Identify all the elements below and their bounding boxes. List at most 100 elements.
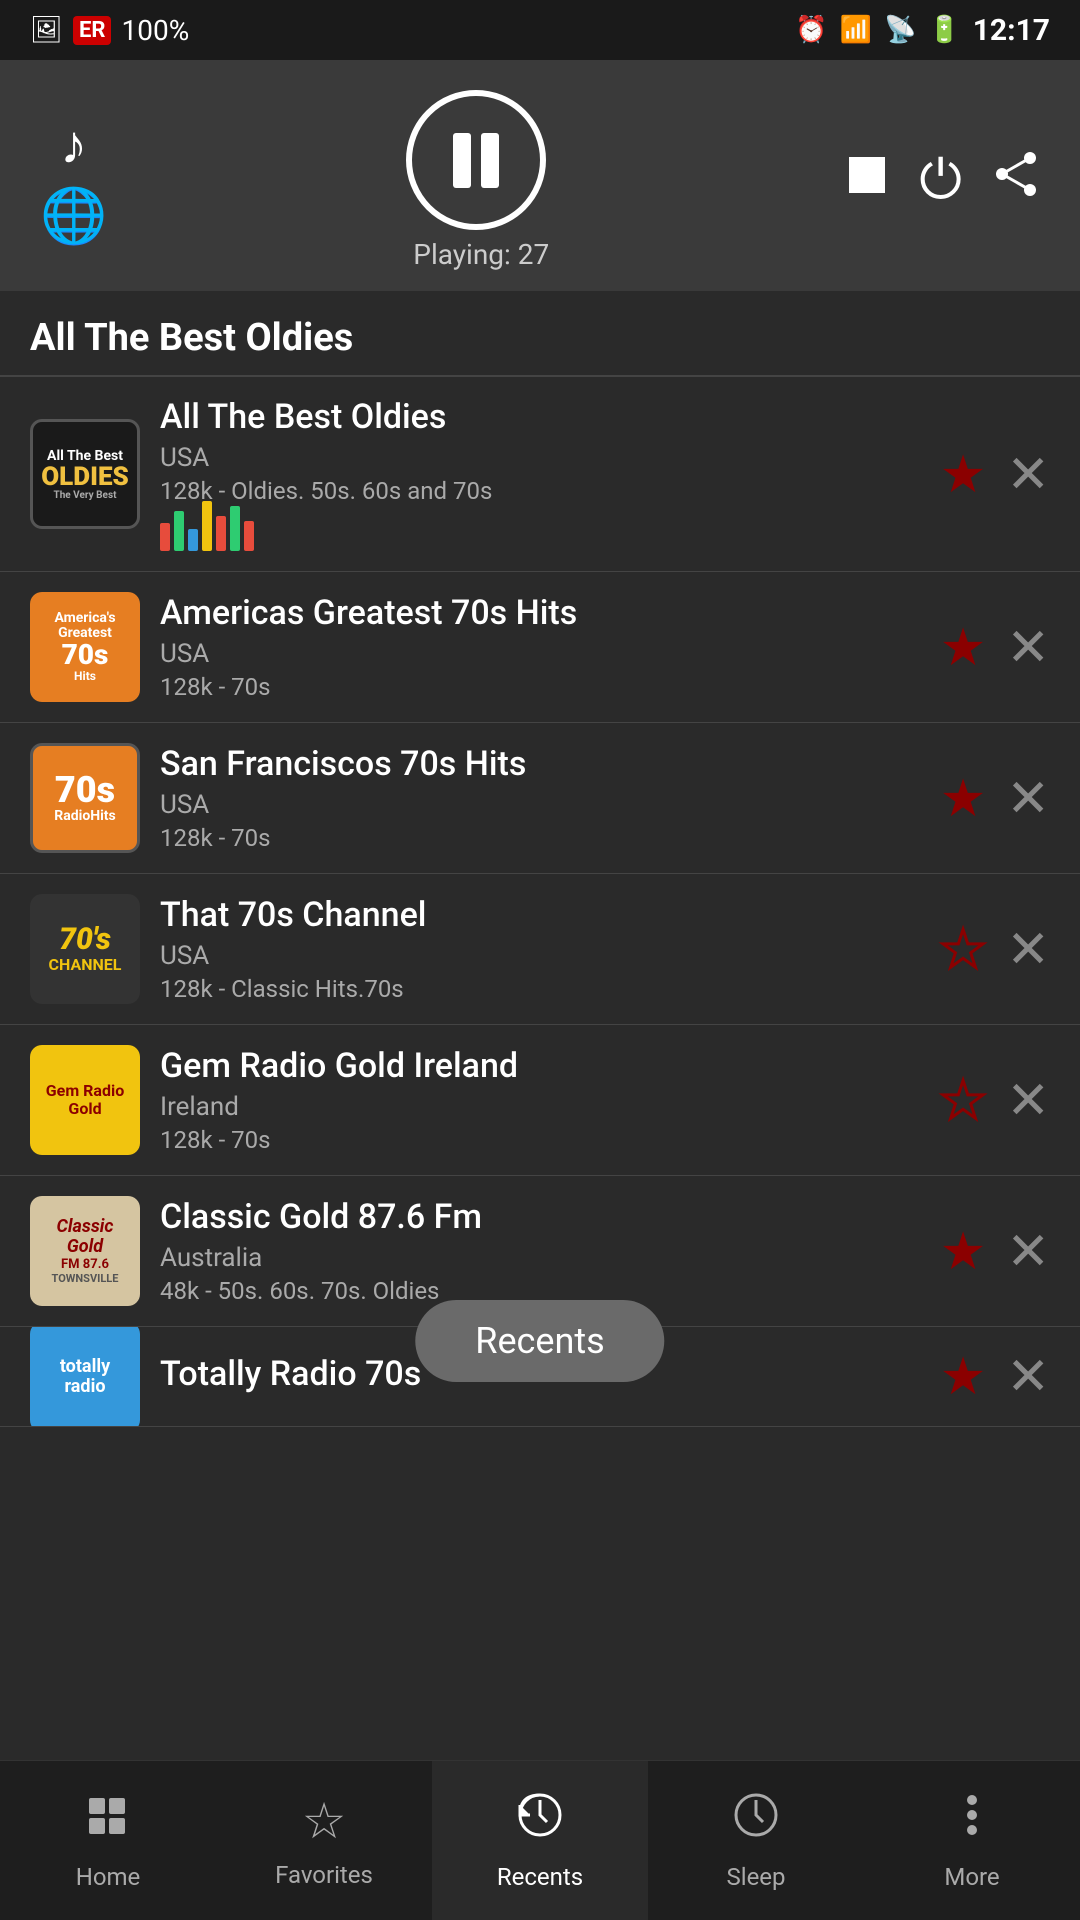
photo-icon: 🖼 bbox=[30, 15, 63, 45]
playing-text: Playing: 27 bbox=[413, 238, 549, 271]
status-right: ⏰ 📶 📡 🔋 12:17 bbox=[795, 13, 1050, 48]
station-country-3: USA bbox=[160, 790, 920, 820]
station-info-3: San Franciscos 70s Hits USA 128k - 70s bbox=[160, 744, 920, 852]
station-detail-3: 128k - 70s bbox=[160, 824, 920, 852]
station-info-5: Gem Radio Gold Ireland Ireland 128k - 70… bbox=[160, 1046, 920, 1154]
station-info-6: Classic Gold 87.6 Fm Australia 48k - 50s… bbox=[160, 1197, 920, 1305]
remove-button-3[interactable]: ✕ bbox=[1006, 768, 1050, 829]
signal-icon: 📡 bbox=[884, 15, 916, 45]
player-right-icons: ⏻ bbox=[845, 149, 1040, 212]
station-name-5[interactable]: Gem Radio Gold Ireland bbox=[160, 1046, 920, 1086]
music-icon[interactable]: ♪ bbox=[60, 114, 87, 177]
station-country-4: USA bbox=[160, 941, 920, 971]
station-name-1[interactable]: All The Best Oldies bbox=[160, 397, 920, 437]
nav-label-recents: Recents bbox=[497, 1863, 583, 1891]
home-icon bbox=[83, 1790, 133, 1853]
station-logo-6[interactable]: ClassicGold FM 87.6 TOWNSVILLE bbox=[30, 1196, 140, 1306]
sleep-icon bbox=[731, 1790, 781, 1853]
station-logo-3[interactable]: 70s RadioHits bbox=[30, 743, 140, 853]
nav-item-more[interactable]: More bbox=[864, 1760, 1080, 1920]
stop-button[interactable] bbox=[845, 153, 889, 208]
station-logo-5[interactable]: Gem RadioGold bbox=[30, 1045, 140, 1155]
alarm-icon: ⏰ bbox=[795, 15, 827, 45]
radio-item: Gem RadioGold Gem Radio Gold Ireland Ire… bbox=[0, 1025, 1080, 1176]
app-icon: ER bbox=[73, 16, 111, 45]
station-detail-5: 128k - 70s bbox=[160, 1126, 920, 1154]
share-button[interactable] bbox=[992, 150, 1040, 211]
battery-icon: 🔋 bbox=[928, 15, 960, 45]
station-name-6[interactable]: Classic Gold 87.6 Fm bbox=[160, 1197, 920, 1237]
nav-label-more: More bbox=[944, 1863, 999, 1891]
radio-item: All The Best OLDIES The Very Best All Th… bbox=[0, 377, 1080, 572]
nav-item-home[interactable]: Home bbox=[0, 1760, 216, 1920]
station-detail-1: 128k - Oldies. 50s. 60s and 70s bbox=[160, 477, 920, 505]
favorite-button-5[interactable]: ★ bbox=[940, 1070, 987, 1131]
status-left: 🖼 ER 100% bbox=[30, 14, 189, 47]
favorites-icon: ☆ bbox=[302, 1792, 347, 1851]
station-actions-1: ★ ✕ bbox=[940, 444, 1050, 505]
pause-icon bbox=[453, 133, 499, 188]
station-country-5: Ireland bbox=[160, 1092, 920, 1122]
station-name-4[interactable]: That 70s Channel bbox=[160, 895, 920, 935]
station-country-2: USA bbox=[160, 639, 920, 669]
status-bar: 🖼 ER 100% ⏰ 📶 📡 🔋 12:17 bbox=[0, 0, 1080, 60]
radio-list: All The Best OLDIES The Very Best All Th… bbox=[0, 377, 1080, 1427]
nav-label-favorites: Favorites bbox=[275, 1861, 373, 1889]
station-actions-6: ★ ✕ bbox=[940, 1221, 1050, 1282]
favorite-button-4[interactable]: ★ bbox=[940, 919, 987, 980]
remove-button-4[interactable]: ✕ bbox=[1006, 919, 1050, 980]
station-country-6: Australia bbox=[160, 1243, 920, 1273]
pause-button[interactable] bbox=[406, 90, 546, 230]
nav-item-sleep[interactable]: Sleep bbox=[648, 1760, 864, 1920]
wifi-icon: 📶 bbox=[840, 15, 872, 45]
radio-item: America'sGreatest 70s Hits Americas Grea… bbox=[0, 572, 1080, 723]
player-left-icons: ♪ 🌐 bbox=[40, 114, 107, 248]
remove-button-5[interactable]: ✕ bbox=[1006, 1070, 1050, 1131]
equalizer-1 bbox=[160, 511, 920, 551]
station-actions-2: ★ ✕ bbox=[940, 617, 1050, 678]
time-display: 12:17 bbox=[973, 13, 1050, 48]
station-actions-3: ★ ✕ bbox=[940, 768, 1050, 829]
remove-button-1[interactable]: ✕ bbox=[1006, 444, 1050, 505]
station-actions-5: ★ ✕ bbox=[940, 1070, 1050, 1131]
remove-button-6[interactable]: ✕ bbox=[1006, 1221, 1050, 1282]
station-info-4: That 70s Channel USA 128k - Classic Hits… bbox=[160, 895, 920, 1003]
station-actions-4: ★ ✕ bbox=[940, 919, 1050, 980]
station-logo-1[interactable]: All The Best OLDIES The Very Best bbox=[30, 419, 140, 529]
player-header: ♪ 🌐 Playing: 27 ⏻ bbox=[0, 60, 1080, 291]
player-controls-row: ♪ 🌐 Playing: 27 ⏻ bbox=[40, 90, 1040, 271]
favorite-button-2[interactable]: ★ bbox=[940, 617, 987, 678]
player-center: Playing: 27 bbox=[403, 90, 549, 271]
nav-label-sleep: Sleep bbox=[726, 1863, 785, 1891]
station-actions-7: ★ ✕ bbox=[940, 1346, 1050, 1407]
nav-label-home: Home bbox=[76, 1863, 141, 1891]
power-button[interactable]: ⏻ bbox=[919, 149, 962, 212]
web-icon[interactable]: 🌐 bbox=[40, 185, 107, 248]
favorite-button-6[interactable]: ★ bbox=[940, 1221, 987, 1282]
bottom-nav: Home ☆ Favorites Recents Sleep bbox=[0, 1760, 1080, 1920]
station-logo-7[interactable]: totallyradio bbox=[30, 1327, 140, 1427]
station-logo-2[interactable]: America'sGreatest 70s Hits bbox=[30, 592, 140, 702]
more-icon bbox=[947, 1790, 997, 1853]
section-title: All The Best Oldies bbox=[0, 291, 1080, 375]
favorite-button-3[interactable]: ★ bbox=[940, 768, 987, 829]
station-detail-2: 128k - 70s bbox=[160, 673, 920, 701]
recents-icon bbox=[515, 1790, 565, 1853]
favorite-button-7[interactable]: ★ bbox=[940, 1346, 987, 1407]
radio-item: 70's CHANNEL That 70s Channel USA 128k -… bbox=[0, 874, 1080, 1025]
nav-item-recents[interactable]: Recents bbox=[432, 1760, 648, 1920]
battery-count: 100% bbox=[121, 14, 189, 47]
station-detail-4: 128k - Classic Hits.70s bbox=[160, 975, 920, 1003]
remove-button-2[interactable]: ✕ bbox=[1006, 617, 1050, 678]
station-name-2[interactable]: Americas Greatest 70s Hits bbox=[160, 593, 920, 633]
nav-item-favorites[interactable]: ☆ Favorites bbox=[216, 1760, 432, 1920]
favorite-button-1[interactable]: ★ bbox=[940, 444, 987, 505]
remove-button-7[interactable]: ✕ bbox=[1006, 1346, 1050, 1407]
station-logo-4[interactable]: 70's CHANNEL bbox=[30, 894, 140, 1004]
station-country-1: USA bbox=[160, 443, 920, 473]
station-name-3[interactable]: San Franciscos 70s Hits bbox=[160, 744, 920, 784]
station-info-2: Americas Greatest 70s Hits USA 128k - 70… bbox=[160, 593, 920, 701]
station-info-1: All The Best Oldies USA 128k - Oldies. 5… bbox=[160, 397, 920, 551]
radio-item: 70s RadioHits San Franciscos 70s Hits US… bbox=[0, 723, 1080, 874]
recents-popup: Recents bbox=[415, 1300, 664, 1382]
